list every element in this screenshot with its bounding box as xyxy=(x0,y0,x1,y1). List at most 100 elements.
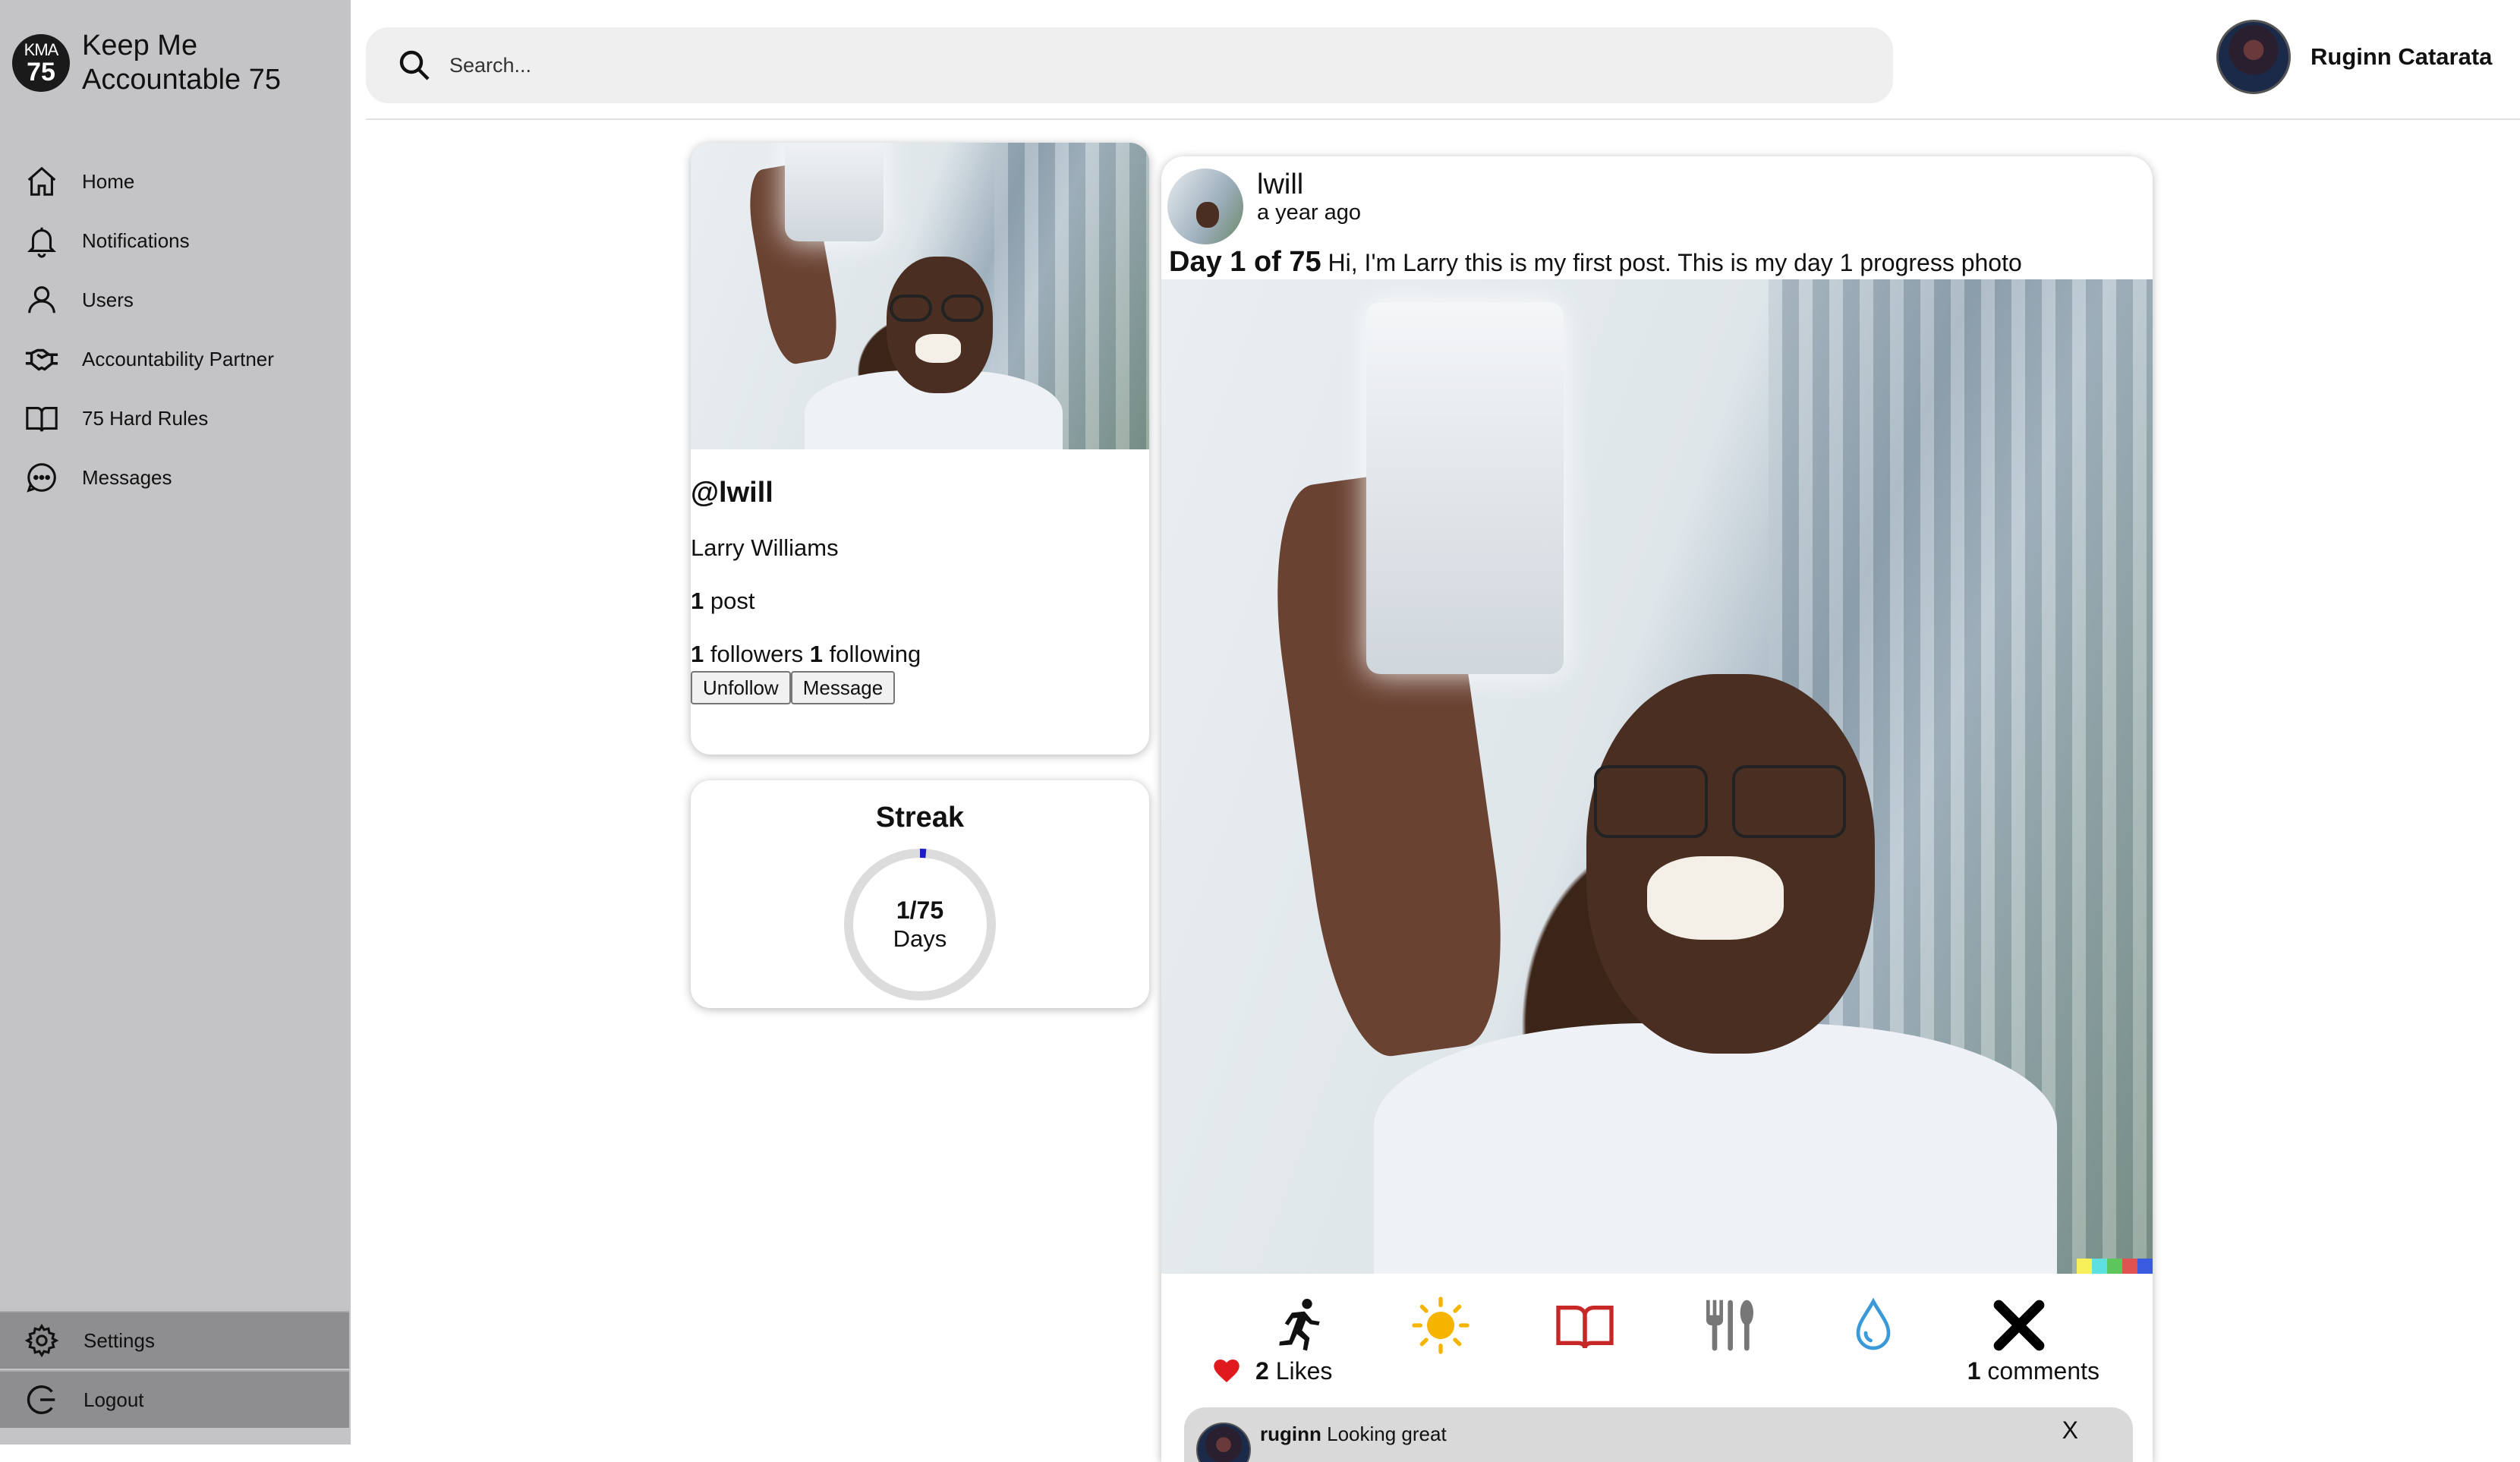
profile-card: @lwill Larry Williams 1 post 1 followers… xyxy=(691,143,1149,755)
sidebar-item-logout[interactable]: Logout xyxy=(0,1370,349,1428)
gear-icon xyxy=(24,1323,59,1358)
photo-glasses xyxy=(1594,765,1708,838)
unfollow-button[interactable]: Unfollow xyxy=(691,671,791,704)
photo-phone xyxy=(785,143,884,241)
chat-icon xyxy=(27,463,56,493)
sidebar-item-settings[interactable]: Settings xyxy=(0,1311,349,1369)
current-user[interactable]: Ruginn Catarata xyxy=(2216,20,2492,94)
brand-name-line2: Accountable 75 xyxy=(82,64,281,96)
likes-count: 2 xyxy=(1255,1356,1269,1385)
book-icon xyxy=(26,407,58,432)
sidebar-item-users[interactable]: Users xyxy=(0,270,351,329)
sidebar-bottom: Settings Logout xyxy=(0,1311,349,1429)
post-timestamp: a year ago xyxy=(1257,200,1362,225)
profile-actions: Unfollow Message xyxy=(691,671,896,704)
brand[interactable]: KMA 75 Keep Me Accountable 75 xyxy=(12,29,281,97)
photo-smile xyxy=(1647,856,1784,940)
following-label: following xyxy=(823,641,921,667)
daily-task-icons xyxy=(1161,1281,2153,1357)
followers-count: 1 xyxy=(691,641,704,667)
like-button[interactable]: 2 Likes xyxy=(1211,1356,1332,1386)
brand-name-line1: Keep Me xyxy=(82,30,198,61)
profile-photo[interactable] xyxy=(691,143,1149,449)
comment-author[interactable]: ruginn xyxy=(1260,1423,1321,1445)
bell-icon xyxy=(27,227,57,258)
photo-smile xyxy=(915,334,961,363)
running-icon[interactable] xyxy=(1269,1295,1330,1356)
sidebar-item-home[interactable]: Home xyxy=(0,152,351,211)
post-author-avatar[interactable] xyxy=(1167,169,1243,244)
search-input[interactable] xyxy=(449,53,1816,77)
avatar[interactable] xyxy=(2216,20,2291,94)
utensils-icon[interactable] xyxy=(1699,1295,1759,1356)
post-day-label: Day 1 of 75 xyxy=(1169,246,1321,278)
sidebar-item-accountability-partner[interactable]: Accountability Partner xyxy=(0,329,351,389)
streak-unit: Days xyxy=(893,925,947,952)
comment-delete-button[interactable]: X xyxy=(2062,1416,2078,1445)
sidebar: KMA 75 Keep Me Accountable 75 Home Notif… xyxy=(0,0,351,1445)
likes-label: Likes xyxy=(1275,1356,1333,1385)
book-open-icon[interactable] xyxy=(1555,1295,1615,1356)
message-button[interactable]: Message xyxy=(790,671,896,704)
post-photo[interactable] xyxy=(1161,279,2153,1274)
search-bar[interactable] xyxy=(366,27,1893,103)
photo-glasses xyxy=(1732,765,1846,838)
sidebar-item-label: 75 Hard Rules xyxy=(82,406,209,430)
sidebar-nav: Home Notifications Users Accountability … xyxy=(0,152,351,507)
photo-color-strip xyxy=(2077,1259,2153,1274)
x-mark-icon[interactable] xyxy=(1989,1295,2049,1356)
comment-item: ruginn Looking great X xyxy=(1184,1407,2133,1462)
color-swatch xyxy=(2077,1259,2092,1274)
likes-text: 2 Likes xyxy=(1255,1357,1332,1385)
streak-readout: 1/75 Days xyxy=(843,847,997,1002)
brand-name: Keep Me Accountable 75 xyxy=(82,29,281,97)
post-author-username[interactable]: lwill xyxy=(1257,169,1303,201)
sidebar-item-messages[interactable]: Messages xyxy=(0,448,351,507)
heart-icon xyxy=(1214,1360,1240,1382)
comments-toggle[interactable]: 1 comments xyxy=(1967,1357,2099,1385)
sidebar-item-label: Settings xyxy=(83,1328,155,1352)
sidebar-item-label: Notifications xyxy=(82,228,190,252)
comment-author-avatar[interactable] xyxy=(1196,1423,1251,1462)
brand-logo-bottom: 75 xyxy=(27,57,55,87)
search-icon[interactable] xyxy=(396,47,433,83)
brand-logo-top: KMA xyxy=(24,39,59,59)
following-count: 1 xyxy=(809,641,824,667)
post-count-label: post xyxy=(704,588,755,614)
post-count-value: 1 xyxy=(691,588,704,614)
post-caption: Day 1 of 75 Hi, I'm Larry this is my fir… xyxy=(1169,246,2022,279)
current-user-name: Ruginn Catarata xyxy=(2311,43,2493,70)
profile-full-name: Larry Williams xyxy=(691,534,839,561)
profile-post-count: 1 post xyxy=(691,588,754,615)
sidebar-item-label: Messages xyxy=(82,465,172,489)
followers-label: followers xyxy=(704,641,810,667)
sidebar-item-label: Accountability Partner xyxy=(82,347,274,370)
sidebar-item-label: Logout xyxy=(83,1388,144,1411)
color-swatch xyxy=(2137,1259,2153,1274)
profile-follow-stats: 1 followers 1 following xyxy=(691,641,921,668)
sidebar-item-notifications[interactable]: Notifications xyxy=(0,211,351,270)
post-caption-text: Hi, I'm Larry this is my first post. Thi… xyxy=(1321,249,2022,276)
sidebar-item-label: Users xyxy=(82,288,134,311)
color-swatch xyxy=(2122,1259,2137,1274)
comment-text: Looking great xyxy=(1327,1423,1447,1445)
streak-card: Streak 1/75 Days xyxy=(691,780,1149,1008)
comment-body: ruginn Looking great xyxy=(1260,1423,1447,1446)
comments-label: comments xyxy=(1987,1357,2099,1385)
color-swatch xyxy=(2107,1259,2122,1274)
photo-face xyxy=(887,257,993,393)
photo-glasses xyxy=(890,295,932,322)
handshake-icon xyxy=(25,348,58,371)
comments-count-value: 1 xyxy=(1967,1357,1981,1385)
profile-handle: @lwill xyxy=(691,477,773,509)
brand-logo: KMA 75 xyxy=(12,34,70,92)
streak-title: Streak xyxy=(875,802,965,833)
sidebar-item-75-hard-rules[interactable]: 75 Hard Rules xyxy=(0,389,351,448)
sidebar-item-label: Home xyxy=(82,169,135,193)
photo-shirt xyxy=(1374,1023,2057,1274)
water-drop-icon[interactable] xyxy=(1843,1295,1904,1356)
user-icon xyxy=(28,286,55,314)
photo-glasses xyxy=(941,295,984,322)
streak-value: 1/75 xyxy=(896,896,944,924)
sun-icon[interactable] xyxy=(1410,1295,1471,1356)
